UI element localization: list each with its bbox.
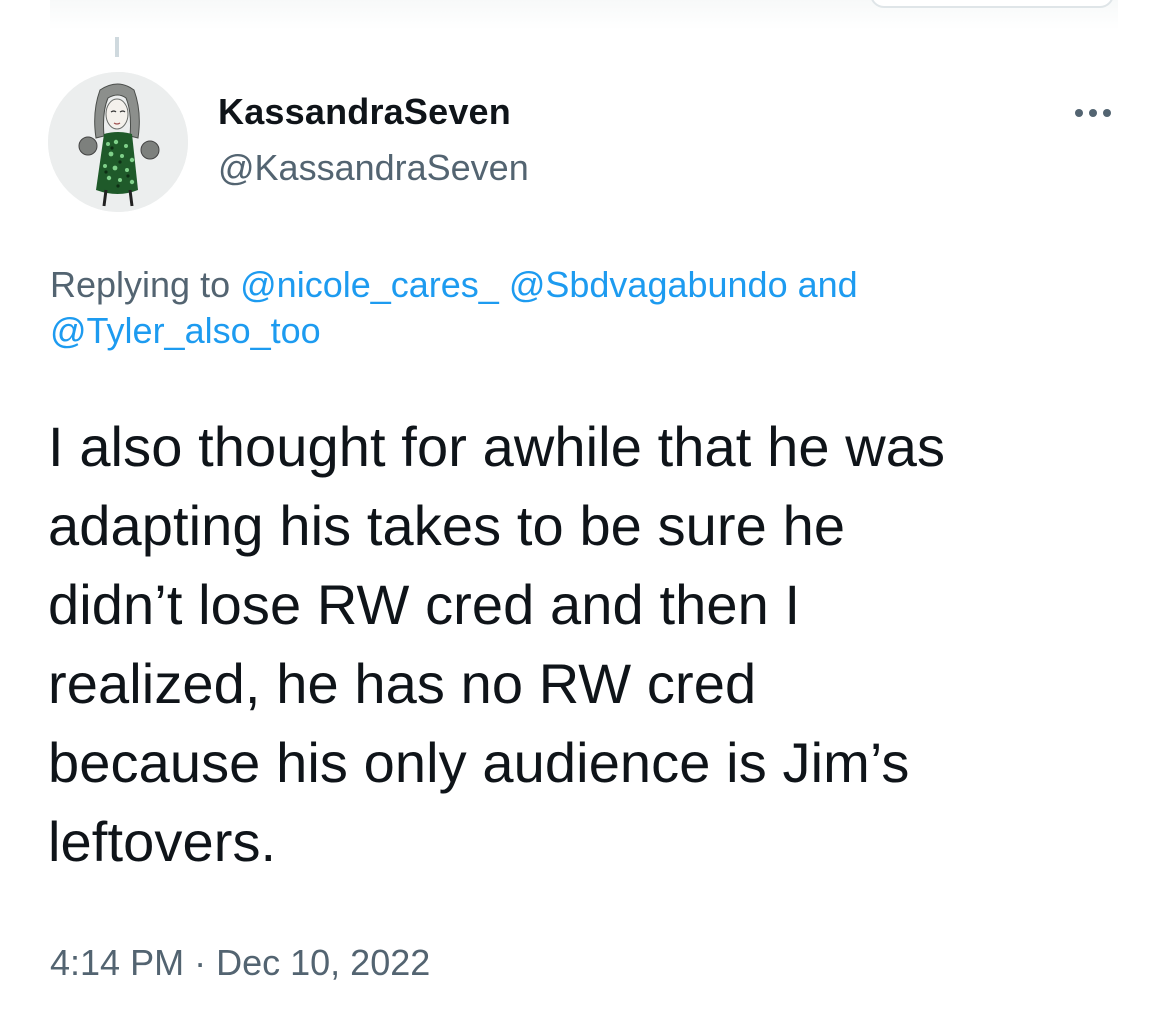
tweet-time[interactable]: 4:14 PM [50, 942, 184, 983]
timestamp-separator: · [194, 942, 207, 983]
author-display-name[interactable]: KassandraSeven [218, 90, 511, 134]
mention-link-conjunction[interactable]: and [798, 264, 858, 305]
reply-context-prefix: Replying to [50, 264, 231, 305]
mention-link[interactable]: @nicole_cares_ [240, 264, 499, 305]
mention-link[interactable]: @Tyler_also_too [50, 310, 321, 351]
tweet-text-line: I also thought for awhile that he was [48, 415, 946, 478]
profile-avatar-illustration [48, 72, 188, 212]
more-horizontal-icon [1089, 109, 1097, 117]
avatar[interactable] [48, 72, 188, 212]
author-handle[interactable]: @KassandraSeven [218, 146, 529, 190]
more-horizontal-icon [1103, 109, 1111, 117]
previous-tweet-pill [870, 0, 1114, 8]
more-horizontal-icon [1075, 109, 1083, 117]
tweet-timestamp: 4:14 PM · Dec 10, 2022 [50, 940, 430, 986]
tweet-date[interactable]: Dec 10, 2022 [216, 942, 430, 983]
tweet-text-line: realized, he has no RW cred [48, 652, 757, 715]
tweet-text-line: adapting his takes to be sure he [48, 494, 846, 557]
tweet-text-line: because his only audience is Jim’s [48, 731, 910, 794]
reply-context: Replying to @nicole_cares_ @Sbdvagabundo… [50, 262, 1130, 354]
more-options-button[interactable] [1066, 96, 1120, 130]
tweet-text-line: leftovers. [48, 810, 277, 873]
tweet-text-line: didn’t lose RW cred and then I [48, 573, 801, 636]
mention-link[interactable]: @Sbdvagabundo [509, 264, 788, 305]
thread-connector-line [115, 37, 119, 57]
tweet-text: I also thought for awhile that he was ad… [48, 407, 1138, 881]
